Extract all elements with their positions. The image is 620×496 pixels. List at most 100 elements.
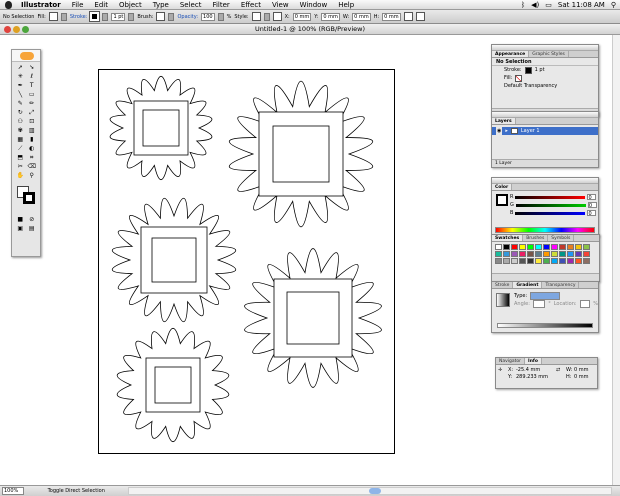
swatch[interactable] <box>583 244 590 250</box>
tab-transparency[interactable]: Transparency <box>542 282 580 288</box>
swatch[interactable] <box>583 258 590 264</box>
swatch[interactable] <box>511 258 518 264</box>
rotate-tool-icon[interactable]: ↻ <box>15 109 26 117</box>
flower-center-square[interactable] <box>272 125 330 183</box>
b-track[interactable] <box>515 211 586 215</box>
stroke-label[interactable]: Stroke: <box>70 14 88 20</box>
spotlight-icon[interactable]: ⚲ <box>611 1 616 9</box>
swatch[interactable] <box>503 258 510 264</box>
style-dropdown[interactable] <box>263 12 270 21</box>
close-button[interactable] <box>4 26 11 33</box>
menu-type[interactable]: Type <box>153 1 169 9</box>
live-paint-tool-icon[interactable]: ⬒ <box>15 154 26 162</box>
swatch[interactable] <box>495 251 502 257</box>
mesh-tool-icon[interactable]: ▦ <box>15 136 26 144</box>
horizontal-scrollbar[interactable] <box>128 487 612 495</box>
swatch[interactable] <box>567 258 574 264</box>
swatch[interactable] <box>527 244 534 250</box>
zoom-field[interactable]: 100% <box>2 487 24 495</box>
swatch-grid[interactable] <box>492 242 599 266</box>
color-fill-stroke-proxy[interactable] <box>496 194 508 206</box>
opacity-field[interactable]: 100 <box>201 12 215 21</box>
r-track[interactable] <box>515 195 586 199</box>
swatch[interactable] <box>551 251 558 257</box>
menu-window[interactable]: Window <box>300 1 328 9</box>
appearance-transparency-row[interactable]: Default Transparency <box>492 82 598 90</box>
flower-center-square[interactable] <box>142 109 180 147</box>
flower-center-square[interactable] <box>286 291 340 345</box>
magic-wand-tool-icon[interactable]: ✳ <box>15 73 26 81</box>
opacity-dropdown[interactable] <box>217 12 224 21</box>
appearance-stroke-row[interactable]: Stroke: 1 pt <box>492 66 598 74</box>
gradient-angle-field[interactable] <box>532 300 546 308</box>
free-transform-tool-icon[interactable]: ⊡ <box>27 118 38 126</box>
none-mode-icon[interactable]: ⊘ <box>27 216 38 224</box>
appearance-fill-row[interactable]: Fill: <box>492 74 598 82</box>
gradient-tool-icon[interactable]: ▮ <box>27 136 38 144</box>
tab-layers[interactable]: Layers <box>492 118 516 124</box>
gradient-type-select[interactable] <box>530 292 561 300</box>
bluetooth-icon[interactable]: ᛒ <box>521 1 525 9</box>
tab-gradient[interactable]: Gradient <box>513 282 543 288</box>
crop-tool-icon[interactable]: ⌗ <box>27 154 38 162</box>
visibility-eye-icon[interactable]: ◉ <box>496 127 503 135</box>
swatch[interactable] <box>511 244 518 250</box>
tab-brushes[interactable]: Brushes <box>523 235 549 241</box>
fill-stroke-widget[interactable] <box>15 185 37 211</box>
swatch[interactable] <box>511 251 518 257</box>
swatch[interactable] <box>503 251 510 257</box>
zoom-button[interactable] <box>22 26 29 33</box>
swatch[interactable] <box>551 258 558 264</box>
stroke-box[interactable] <box>23 192 35 204</box>
rectangle-tool-icon[interactable]: ▭ <box>27 91 38 99</box>
column-graph-tool-icon[interactable]: ▥ <box>27 127 38 135</box>
pencil-tool-icon[interactable]: ✏ <box>27 100 38 108</box>
swatch[interactable] <box>495 244 502 250</box>
stroke-dropdown[interactable] <box>102 12 109 21</box>
swatch[interactable] <box>567 244 574 250</box>
color-mode-icon[interactable]: ■ <box>15 216 26 224</box>
opacity-label[interactable]: Opacity: <box>177 14 198 20</box>
tab-info[interactable]: Info <box>525 358 542 364</box>
swatch[interactable] <box>527 251 534 257</box>
eraser-tool-icon[interactable]: ⌫ <box>27 163 38 171</box>
fill-swatch[interactable] <box>48 12 58 21</box>
menu-effect[interactable]: Effect <box>241 1 261 9</box>
eyedropper-tool-icon[interactable]: ⟋ <box>15 145 26 153</box>
swatch[interactable] <box>559 251 566 257</box>
status-text[interactable]: Toggle Direct Selection <box>48 488 105 494</box>
swatch[interactable] <box>519 258 526 264</box>
screen-mode-icon[interactable]: ▣ <box>15 225 26 233</box>
layer-name[interactable]: Layer 1 <box>521 127 540 135</box>
apple-icon[interactable] <box>5 0 12 9</box>
vertical-scrollbar[interactable] <box>612 35 620 485</box>
swatch[interactable] <box>567 251 574 257</box>
brush-dropdown[interactable] <box>168 12 175 21</box>
swatch[interactable] <box>575 251 582 257</box>
menu-view[interactable]: View <box>272 1 289 9</box>
blend-tool-icon[interactable]: ◐ <box>27 145 38 153</box>
style-swatch[interactable] <box>251 12 261 21</box>
tab-symbols[interactable]: Symbols <box>548 235 575 241</box>
tab-appearance[interactable]: Appearance <box>492 51 530 57</box>
full-screen-icon[interactable]: ▤ <box>27 225 38 233</box>
volume-icon[interactable]: ◀) <box>531 1 539 9</box>
flower-center-square[interactable] <box>154 366 192 404</box>
flower-center-square[interactable] <box>151 237 197 283</box>
scroll-thumb[interactable] <box>369 488 381 494</box>
swatch[interactable] <box>495 258 502 264</box>
gradient-slider[interactable] <box>497 323 593 328</box>
clock[interactable]: Sat 11:08 AM <box>558 1 605 9</box>
line-tool-icon[interactable]: ╲ <box>15 91 26 99</box>
warp-tool-icon[interactable]: ⚇ <box>15 118 26 126</box>
h-field[interactable]: 0 mm <box>382 12 401 21</box>
layer-expand-icon[interactable]: ▸ <box>505 127 508 135</box>
tab-navigator[interactable]: Navigator <box>496 358 526 364</box>
menu-help[interactable]: Help <box>338 1 354 9</box>
swatch[interactable] <box>543 251 550 257</box>
minimize-button[interactable] <box>13 26 20 33</box>
zoom-tool-icon[interactable]: ⚲ <box>27 172 38 180</box>
swatch[interactable] <box>535 251 542 257</box>
menu-filter[interactable]: Filter <box>212 1 229 9</box>
w-field[interactable]: 0 mm <box>352 12 371 21</box>
